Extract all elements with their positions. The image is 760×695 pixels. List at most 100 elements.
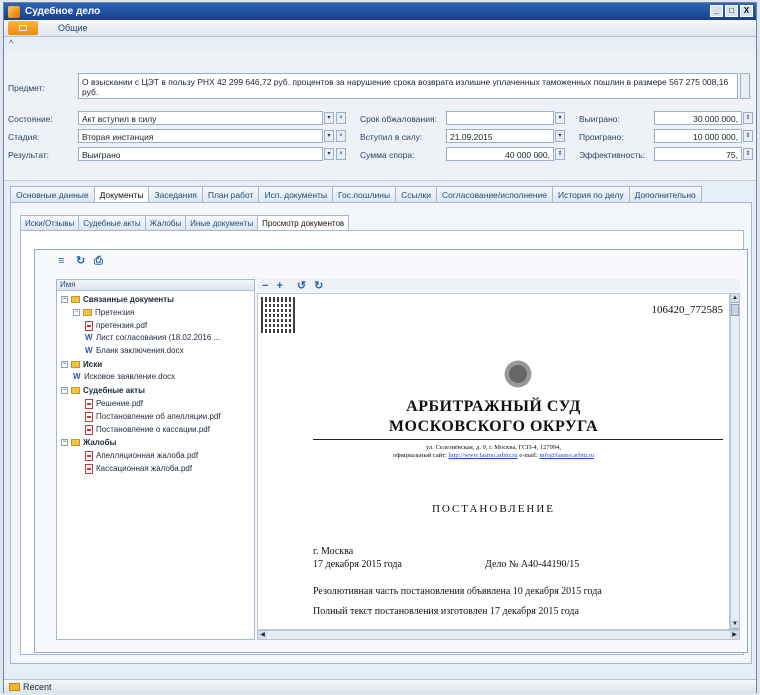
tree-folder[interactable]: − Претензия bbox=[73, 307, 134, 318]
tree-file[interactable]: Постановление о кассации.pdf bbox=[85, 424, 210, 435]
rotate-left-icon[interactable]: ↺ bbox=[297, 280, 306, 291]
subtab-claims[interactable]: Иски/Отзывы bbox=[20, 215, 80, 231]
tree-folder[interactable]: − Связанные документы bbox=[61, 294, 174, 305]
menu-bar: Общие bbox=[4, 20, 756, 37]
expand-toggle-icon[interactable]: − bbox=[61, 361, 68, 368]
word-file-icon: W bbox=[73, 371, 81, 381]
result-clear-icon[interactable]: × bbox=[336, 148, 346, 160]
tree-file[interactable]: W Бланк заключения.docx bbox=[85, 345, 184, 356]
scroll-left-icon[interactable]: ◀ bbox=[258, 631, 267, 639]
result-dropdown-icon[interactable]: ▾ bbox=[324, 148, 334, 160]
court-name-line1: АРБИТРАЖНЫЙ СУД bbox=[406, 398, 581, 415]
state-label: Состояние: bbox=[8, 114, 53, 124]
subtab-complaints[interactable]: Жалобы bbox=[144, 215, 187, 231]
app-window: Судебное дело _ □ X Общие ^ Предмет: О в… bbox=[3, 2, 757, 693]
tab-main-data[interactable]: Основные данные bbox=[10, 186, 95, 203]
recent-link[interactable]: Recent bbox=[23, 682, 52, 692]
tree-folder[interactable]: − Иски bbox=[61, 359, 102, 370]
tree-folder[interactable]: − Жалобы bbox=[61, 437, 116, 448]
tree-item-label: Лист согласования (18.02.2016 ... bbox=[96, 333, 221, 342]
doc-vertical-scrollbar[interactable]: ▲ ▼ bbox=[730, 293, 740, 630]
doc-horizontal-scrollbar[interactable]: ◀ ▶ bbox=[257, 630, 740, 640]
site-link[interactable]: http://www.fasmo.arbitr.ru bbox=[449, 452, 518, 459]
appeal-dropdown-icon[interactable]: ▾ bbox=[555, 112, 565, 124]
maximize-button[interactable]: □ bbox=[725, 5, 738, 17]
subject-scroll[interactable] bbox=[740, 73, 750, 99]
scroll-up-icon[interactable]: ▲ bbox=[731, 294, 739, 303]
expand-toggle-icon[interactable]: − bbox=[61, 296, 68, 303]
subject-field[interactable]: О взыскании с ЦЭТ в пользу РНХ 42 299 64… bbox=[78, 73, 738, 99]
site-prefix: официальный сайт: bbox=[392, 452, 447, 459]
word-file-icon: W bbox=[85, 332, 93, 342]
tree-file[interactable]: Постановление об апелляции.pdf bbox=[85, 411, 221, 422]
efficiency-field[interactable]: 75, bbox=[654, 147, 742, 161]
tab-history[interactable]: История по делу bbox=[551, 186, 630, 203]
tree-folder[interactable]: − Судебные акты bbox=[61, 385, 145, 396]
tree-file[interactable]: W Исковое заявление.docx bbox=[73, 371, 175, 382]
pdf-file-icon bbox=[85, 424, 93, 435]
folder-icon bbox=[9, 682, 20, 691]
expand-toggle-icon[interactable]: − bbox=[61, 387, 68, 394]
won-label: Выиграно: bbox=[579, 114, 620, 124]
effective-dropdown-icon[interactable]: ▾ bbox=[555, 130, 565, 142]
claim-amount-field[interactable]: 40 000 000, bbox=[446, 147, 554, 161]
stage-clear-icon[interactable]: × bbox=[336, 130, 346, 142]
scroll-down-icon[interactable]: ▼ bbox=[731, 620, 739, 629]
app-menu-button[interactable] bbox=[8, 21, 38, 35]
tab-work-plan[interactable]: План работ bbox=[201, 186, 260, 203]
tab-additional[interactable]: Дополнительно bbox=[628, 186, 702, 203]
tree-file[interactable]: Апелляционная жалоба.pdf bbox=[85, 450, 198, 461]
stage-field[interactable]: Вторая инстанция bbox=[78, 129, 323, 143]
list-view-icon[interactable]: ≡ bbox=[58, 256, 68, 267]
tab-hearings[interactable]: Заседания bbox=[148, 186, 203, 203]
close-button[interactable]: X bbox=[740, 5, 753, 17]
effective-date-field[interactable]: 21.09.2015 bbox=[446, 129, 554, 143]
folder-icon bbox=[71, 387, 80, 394]
tree-item-label: Судебные акты bbox=[83, 386, 145, 395]
expand-toggle-icon[interactable]: − bbox=[73, 309, 80, 316]
tab-approval[interactable]: Согласование/исполнение bbox=[436, 186, 553, 203]
expand-toggle-icon[interactable]: − bbox=[61, 439, 68, 446]
tree-file[interactable]: W Лист согласования (18.02.2016 ... bbox=[85, 332, 220, 343]
tree-file[interactable]: Кассационная жалоба.pdf bbox=[85, 463, 192, 474]
subtab-court-acts[interactable]: Судебные акты bbox=[78, 215, 146, 231]
case-form: Предмет: О взыскании с ЦЭТ в пользу РНХ … bbox=[4, 51, 756, 181]
qr-code bbox=[261, 297, 297, 333]
claim-spinner[interactable]: ⇕ bbox=[555, 148, 565, 160]
tree-toolbar: ≡ ↻ ⎙ bbox=[36, 252, 104, 270]
won-spinner[interactable]: ⇕ bbox=[743, 112, 753, 124]
state-clear-icon[interactable]: × bbox=[336, 112, 346, 124]
won-amount-field[interactable]: 30 000 000, bbox=[654, 111, 742, 125]
header-rule bbox=[313, 439, 723, 440]
state-dropdown-icon[interactable]: ▾ bbox=[324, 112, 334, 124]
zoom-out-icon[interactable]: − bbox=[262, 280, 268, 291]
folder-icon bbox=[71, 296, 80, 303]
lost-spinner[interactable]: ⇕ bbox=[743, 130, 753, 142]
scroll-right-icon[interactable]: ▶ bbox=[730, 631, 739, 639]
print-icon[interactable]: ⎙ bbox=[94, 256, 104, 267]
scroll-thumb[interactable] bbox=[731, 304, 739, 316]
minimize-button[interactable]: _ bbox=[710, 5, 723, 17]
tree-file[interactable]: Решение.pdf bbox=[85, 398, 143, 409]
stage-dropdown-icon[interactable]: ▾ bbox=[324, 130, 334, 142]
result-field[interactable]: Выиграно bbox=[78, 147, 323, 161]
subtab-other-docs[interactable]: Иные документы bbox=[185, 215, 259, 231]
menu-tab-general[interactable]: Общие bbox=[58, 23, 88, 33]
tab-exec-docs[interactable]: Исп. документы bbox=[258, 186, 334, 203]
tab-links[interactable]: Ссылки bbox=[395, 186, 438, 203]
state-field[interactable]: Акт вступил в силу bbox=[78, 111, 323, 125]
tree-file[interactable]: претензия.pdf bbox=[85, 320, 147, 331]
appeal-field[interactable] bbox=[446, 111, 554, 125]
word-file-icon: W bbox=[85, 345, 93, 355]
tree-item-label: Жалобы bbox=[83, 438, 117, 447]
eff-spinner[interactable]: ⇕ bbox=[743, 148, 753, 160]
zoom-in-icon[interactable]: + bbox=[276, 280, 282, 291]
refresh-icon[interactable]: ↻ bbox=[76, 256, 86, 267]
tree-item-label: Связанные документы bbox=[83, 295, 175, 304]
lost-amount-field[interactable]: 10 000 000, bbox=[654, 129, 742, 143]
tab-state-duties[interactable]: Гос.пошлины bbox=[332, 186, 397, 203]
folder-icon bbox=[71, 439, 80, 446]
email-link[interactable]: info@fasmo.arbitr.ru bbox=[539, 452, 594, 459]
rotate-right-icon[interactable]: ↻ bbox=[314, 280, 323, 291]
collapse-chevron-icon[interactable]: ^ bbox=[4, 38, 756, 50]
